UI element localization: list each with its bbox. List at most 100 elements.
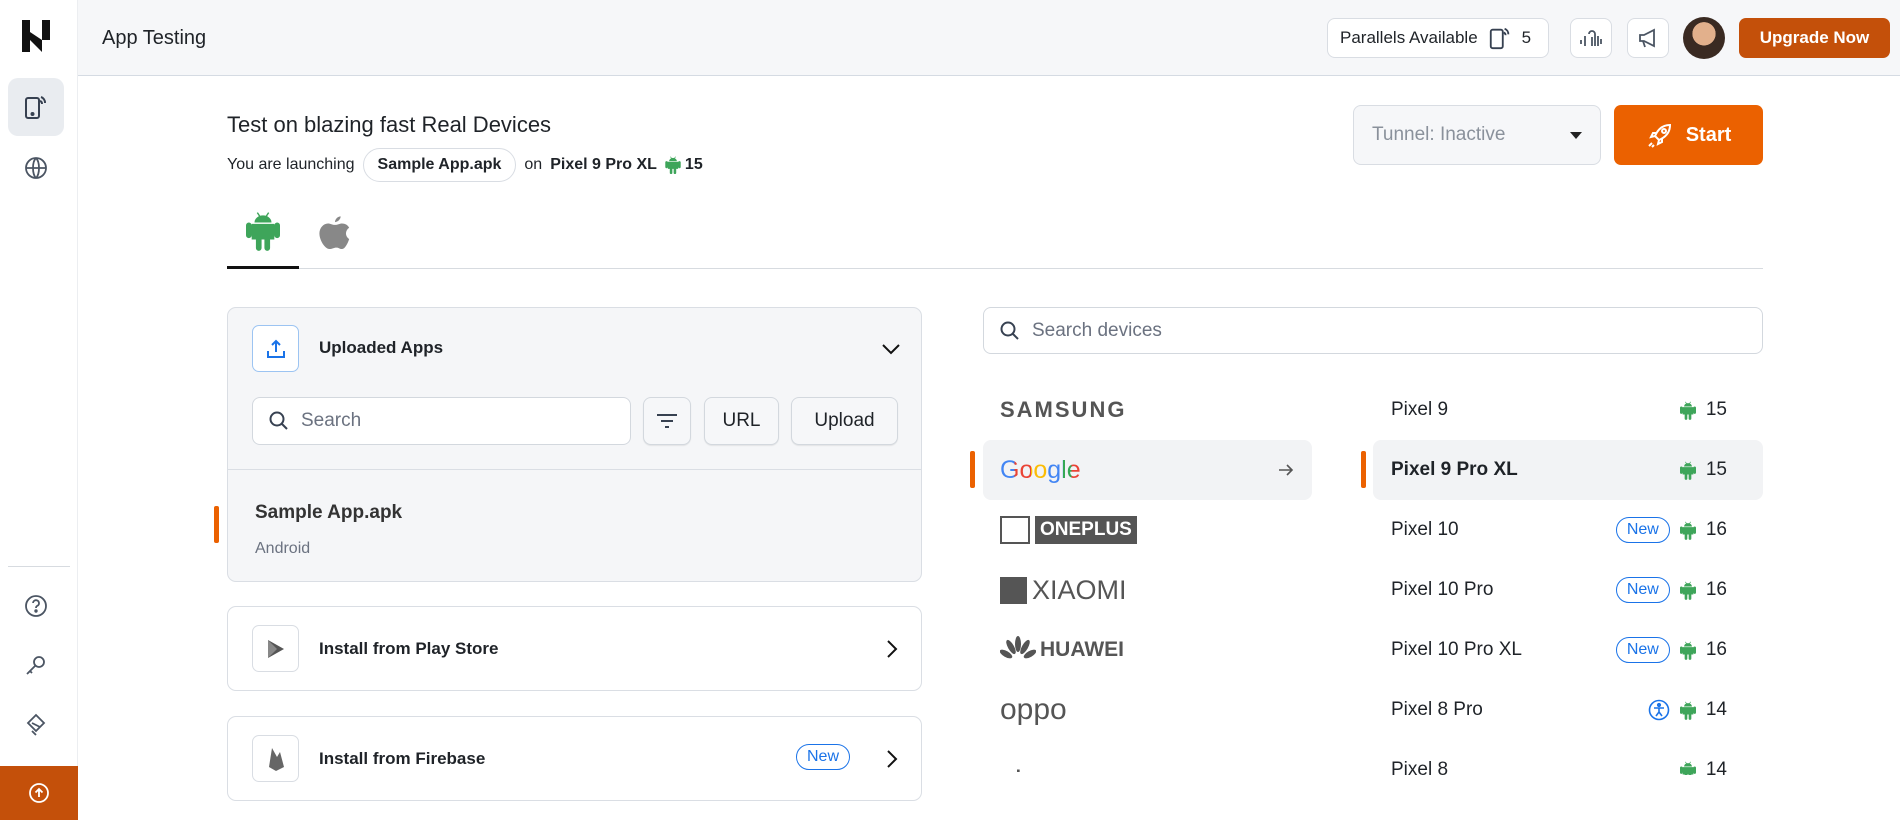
help-icon <box>25 595 47 617</box>
sidebar-item-help[interactable] <box>8 577 64 635</box>
new-badge: New <box>1615 517 1670 543</box>
sidebar-item-access-key[interactable] <box>8 636 64 694</box>
mi-icon <box>1000 576 1027 604</box>
device-name: Pixel 10 Pro <box>1391 579 1494 600</box>
app-list-item[interactable]: Sample App.apk Android <box>228 470 921 581</box>
accessibility-icon <box>1648 699 1670 721</box>
app-platform: Android <box>255 540 311 557</box>
android-icon <box>1680 401 1696 420</box>
announcements-button[interactable] <box>1627 18 1669 58</box>
page-title: App Testing <box>102 27 207 49</box>
logo[interactable] <box>22 20 52 57</box>
integrations-icon <box>26 713 46 736</box>
selected-app-indicator <box>214 506 219 543</box>
device-row[interactable]: Pixel 9 15 <box>1373 380 1763 440</box>
app-search-input[interactable]: Search <box>252 397 631 445</box>
top-header: App Testing Parallels Available 5 Upgrad… <box>78 0 1900 76</box>
android-icon <box>1680 581 1696 600</box>
parallels-count: 5 <box>1521 28 1532 47</box>
device-name: Pixel 9 <box>1391 399 1449 420</box>
uploaded-apps-title: Uploaded Apps <box>319 338 444 357</box>
device-search-input[interactable]: Search devices <box>983 307 1763 354</box>
tab-android[interactable] <box>246 211 280 256</box>
os-version: 15 <box>1705 399 1727 420</box>
brand-oppo[interactable]: oppo <box>983 680 1312 740</box>
os-version: 15 <box>1705 459 1727 480</box>
parallels-label: Parallels Available <box>1340 28 1478 47</box>
android-icon <box>1680 761 1696 776</box>
device-row[interactable]: Pixel 10 Pro New 16 <box>1373 560 1763 620</box>
launch-prefix: You are launching <box>227 156 355 173</box>
brand-logo: ONEPLUS <box>1035 516 1137 544</box>
android-icon <box>246 211 280 251</box>
fingerprint-icon <box>1580 30 1602 46</box>
caret-down-icon <box>1570 131 1582 139</box>
install-firebase-label: Install from Firebase <box>319 749 486 768</box>
play-store-icon <box>267 639 284 658</box>
user-avatar[interactable] <box>1683 17 1725 59</box>
sidebar-divider <box>8 566 70 567</box>
install-firebase[interactable]: Install from Firebase New <box>227 716 922 801</box>
device-name: Pixel 8 Pro <box>1391 699 1483 720</box>
device-name: Pixel 8 <box>1391 759 1449 775</box>
device-name: Pixel 9 Pro XL <box>1391 459 1518 480</box>
url-button[interactable]: URL <box>704 397 779 445</box>
upload-icon-box <box>252 325 299 372</box>
device-picker: SAMSUNG Google ONEPLUS XIAOMI HUAWEI opp… <box>960 380 1780 775</box>
active-tab-indicator <box>227 266 299 269</box>
android-icon <box>1680 461 1696 480</box>
brand-huawei[interactable]: HUAWEI <box>983 620 1312 680</box>
sidebar-item-web[interactable] <box>8 139 64 197</box>
arrow-right-icon <box>1279 464 1294 476</box>
device-name: Pixel 10 Pro XL <box>1391 639 1522 660</box>
launch-summary: You are launching Sample App.apk on Pixe… <box>227 148 703 182</box>
os-version: 16 <box>1705 639 1727 660</box>
android-icon <box>665 156 681 174</box>
install-play-store-label: Install from Play Store <box>319 639 499 658</box>
brand-logo: oppo <box>1000 693 1067 726</box>
parallels-available[interactable]: Parallels Available 5 <box>1327 18 1549 58</box>
sidebar <box>0 0 78 820</box>
chevron-down-icon[interactable] <box>881 342 901 356</box>
sidebar-item-integrations[interactable] <box>8 696 64 754</box>
upload-button[interactable]: Upload <box>791 397 898 445</box>
android-icon <box>1680 701 1696 720</box>
install-play-store[interactable]: Install from Play Store <box>227 606 922 691</box>
upgrade-now-button[interactable]: Upgrade Now <box>1739 18 1890 58</box>
megaphone-icon <box>1639 28 1655 48</box>
brand-vivo[interactable]: vivo <box>983 740 1312 775</box>
brand-logo: HUAWEI <box>1040 638 1124 661</box>
filter-button[interactable] <box>643 397 691 445</box>
device-row[interactable]: Pixel 10 New 16 <box>1373 500 1763 560</box>
fingerprint-button[interactable] <box>1570 18 1612 58</box>
device-row[interactable]: Pixel 9 Pro XL 15 <box>1373 440 1763 500</box>
launch-version: 15 <box>684 156 703 173</box>
launch-app-pill: Sample App.apk <box>362 148 517 182</box>
sidebar-upgrade-button[interactable] <box>0 766 78 820</box>
firebase-icon <box>268 747 284 771</box>
tunnel-select[interactable]: Tunnel: Inactive <box>1353 105 1601 165</box>
os-version: 16 <box>1705 579 1727 600</box>
arrow-up-circle-icon <box>29 783 49 803</box>
globe-icon <box>25 157 47 179</box>
brand-xiaomi[interactable]: XIAOMI <box>983 560 1312 620</box>
device-row[interactable]: Pixel 8 Pro 14 <box>1373 680 1763 740</box>
app-name: Sample App.apk <box>255 502 403 523</box>
sidebar-item-app-testing[interactable] <box>8 78 64 136</box>
brand-oneplus[interactable]: ONEPLUS <box>983 500 1312 560</box>
device-row[interactable]: Pixel 8 14 <box>1373 740 1763 775</box>
device-row[interactable]: Pixel 10 Pro XL New 16 <box>1373 620 1763 680</box>
new-badge: New <box>1615 637 1670 663</box>
key-icon <box>26 656 45 675</box>
apple-icon <box>319 216 350 249</box>
launch-on-text: on <box>524 156 543 173</box>
start-button[interactable]: Start <box>1614 105 1763 165</box>
brand-google[interactable]: Google <box>983 440 1312 500</box>
oneplus-1-icon <box>1000 516 1030 544</box>
brand-logo: vivo <box>1000 765 1053 775</box>
tab-ios[interactable] <box>318 212 352 257</box>
rocket-icon <box>1647 123 1671 148</box>
brand-samsung[interactable]: SAMSUNG <box>983 380 1312 440</box>
app-search-placeholder: Search <box>301 410 362 431</box>
device-search-placeholder: Search devices <box>1032 319 1162 341</box>
